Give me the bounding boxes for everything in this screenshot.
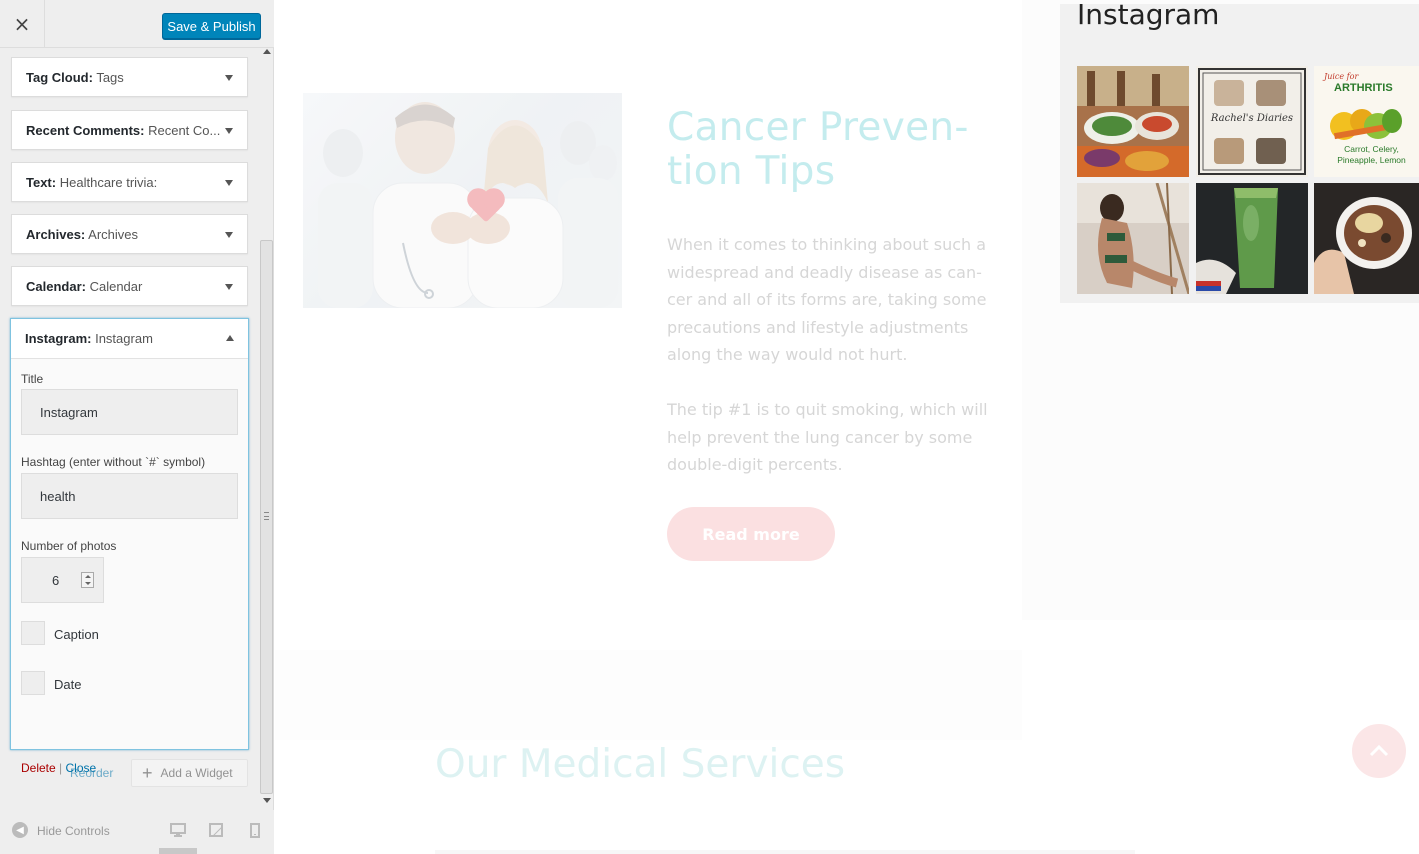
expand-arrow-icon[interactable] bbox=[225, 284, 233, 290]
instagram-photo-3[interactable]: Juice for ARTHRITIS Carrot, Celery, Pine… bbox=[1314, 66, 1419, 177]
title-input[interactable]: Instagram bbox=[21, 389, 238, 435]
ingredients-text: Carrot, Celery, Pineapple, Lemon bbox=[1337, 144, 1406, 165]
expand-arrow-icon[interactable] bbox=[225, 75, 233, 81]
stepper-down-icon[interactable] bbox=[85, 582, 91, 585]
date-label: Date bbox=[54, 677, 82, 692]
read-more-button[interactable]: Read more bbox=[667, 507, 835, 561]
stepper-up-icon[interactable] bbox=[85, 575, 91, 578]
post-paragraph-1: When it comes to thinking about such a w… bbox=[667, 235, 987, 364]
add-widget-label: Add a Widget bbox=[160, 766, 233, 780]
widget-instagram-header[interactable]: Instagram: Instagram bbox=[11, 319, 248, 359]
expand-arrow-icon[interactable] bbox=[225, 180, 233, 186]
desktop-icon[interactable] bbox=[169, 822, 187, 838]
save-publish-button[interactable]: Save & Publish bbox=[162, 13, 261, 39]
services-title: Our Medical Services bbox=[435, 742, 846, 787]
widget-type: Calendar: bbox=[26, 279, 86, 294]
expand-arrow-icon[interactable] bbox=[225, 232, 233, 238]
instagram-photo-4[interactable] bbox=[1077, 182, 1191, 295]
collapse-sidebar-icon[interactable]: ◀ bbox=[12, 822, 28, 838]
plus-icon: + bbox=[142, 763, 153, 783]
hashtag-label: Hashtag (enter without `#` symbol) bbox=[21, 455, 206, 469]
doctors-photo bbox=[303, 93, 622, 309]
post-paragraph-2: The tip #1 is to quit smoking, which wil… bbox=[667, 400, 988, 474]
post-title[interactable]: Cancer Preven-tion Tips bbox=[667, 106, 1007, 194]
diaries-text: Rachel's Diaries bbox=[1210, 113, 1294, 124]
doctors-illustration bbox=[318, 102, 618, 309]
link-separator: | bbox=[59, 761, 63, 775]
instagram-widget-preview: Instagram Rachel's Diaries Juice for ART… bbox=[1060, 0, 1419, 303]
site-preview: Cancer Preven-tion Tips When it comes to… bbox=[275, 0, 1419, 854]
chevron-up-icon bbox=[1369, 744, 1389, 757]
active-device-indicator bbox=[159, 848, 197, 854]
widget-calendar[interactable]: Calendar: Calendar bbox=[11, 266, 248, 306]
widget-name: Calendar bbox=[89, 279, 143, 294]
title-label: Title bbox=[21, 372, 44, 386]
reorder-link[interactable]: Reorder bbox=[70, 766, 113, 780]
instagram-photo-1[interactable] bbox=[1077, 66, 1189, 177]
scroll-up-arrow-icon[interactable] bbox=[263, 49, 271, 54]
date-checkbox[interactable] bbox=[21, 671, 45, 695]
widget-type: Text: bbox=[26, 175, 57, 190]
widget-tag-cloud[interactable]: Tag Cloud: Tags bbox=[11, 57, 248, 97]
widget-recent-comments[interactable]: Recent Comments: Recent Co... bbox=[11, 110, 248, 150]
scroll-grip-icon bbox=[264, 512, 269, 520]
scrollbar-thumb[interactable] bbox=[260, 240, 273, 794]
widget-type: Tag Cloud: bbox=[26, 70, 93, 85]
hide-controls-button[interactable]: Hide Controls bbox=[37, 824, 110, 838]
instagram-heading: Instagram bbox=[1077, 0, 1220, 31]
stepper-arrows-icon[interactable] bbox=[81, 572, 94, 588]
widget-instagram-form: Title Instagram Hashtag (enter without `… bbox=[11, 359, 248, 775]
photos-count-label: Number of photos bbox=[21, 539, 117, 553]
arthritis-text: ARTHRITIS bbox=[1334, 82, 1393, 94]
add-widget-button[interactable]: + Add a Widget bbox=[131, 759, 248, 787]
instagram-photo-2[interactable]: Rachel's Diaries bbox=[1196, 66, 1308, 177]
tablet-icon[interactable] bbox=[207, 822, 225, 838]
widget-name: Recent Co... bbox=[148, 123, 221, 138]
scroll-to-top-button[interactable] bbox=[1352, 724, 1406, 778]
scroll-down-arrow-icon[interactable] bbox=[263, 798, 271, 803]
widget-type: Recent Comments: bbox=[26, 123, 145, 138]
customizer-sidebar: × Save & Publish Tag Cloud: Tags Recent … bbox=[0, 0, 274, 854]
caption-checkbox[interactable] bbox=[21, 621, 45, 645]
widget-type: Instagram: bbox=[25, 331, 92, 346]
widget-text[interactable]: Text: Healthcare trivia: bbox=[11, 162, 248, 202]
widget-name: Instagram bbox=[95, 331, 153, 346]
hashtag-input[interactable]: health bbox=[21, 473, 238, 519]
mobile-icon[interactable] bbox=[246, 822, 264, 838]
instagram-photo-6[interactable] bbox=[1314, 183, 1419, 294]
instagram-photo-5[interactable] bbox=[1196, 183, 1308, 294]
widget-name: Archives bbox=[88, 227, 139, 242]
widget-type: Archives: bbox=[26, 227, 86, 242]
customizer-footer: ◀ Hide Controls bbox=[0, 810, 274, 854]
widget-name: Healthcare trivia: bbox=[59, 175, 158, 190]
delete-widget-link[interactable]: Delete bbox=[21, 761, 56, 775]
content-edge bbox=[435, 850, 1135, 854]
section-divider bbox=[275, 650, 1022, 740]
close-customizer-button[interactable]: × bbox=[0, 0, 45, 48]
photos-count-stepper[interactable]: 6 bbox=[21, 557, 104, 603]
expand-arrow-icon[interactable] bbox=[225, 128, 233, 134]
widget-archives[interactable]: Archives: Archives bbox=[11, 214, 248, 254]
photos-count-value: 6 bbox=[52, 573, 60, 588]
caption-label: Caption bbox=[54, 627, 99, 642]
widget-instagram: Instagram: Instagram Title Instagram Has… bbox=[10, 318, 249, 775]
juice-for-text: Juice for bbox=[1324, 72, 1359, 81]
collapse-arrow-icon[interactable] bbox=[226, 335, 234, 341]
widget-name: Tags bbox=[96, 70, 124, 85]
customizer-header: × Save & Publish bbox=[0, 0, 274, 48]
close-icon: × bbox=[13, 12, 31, 36]
